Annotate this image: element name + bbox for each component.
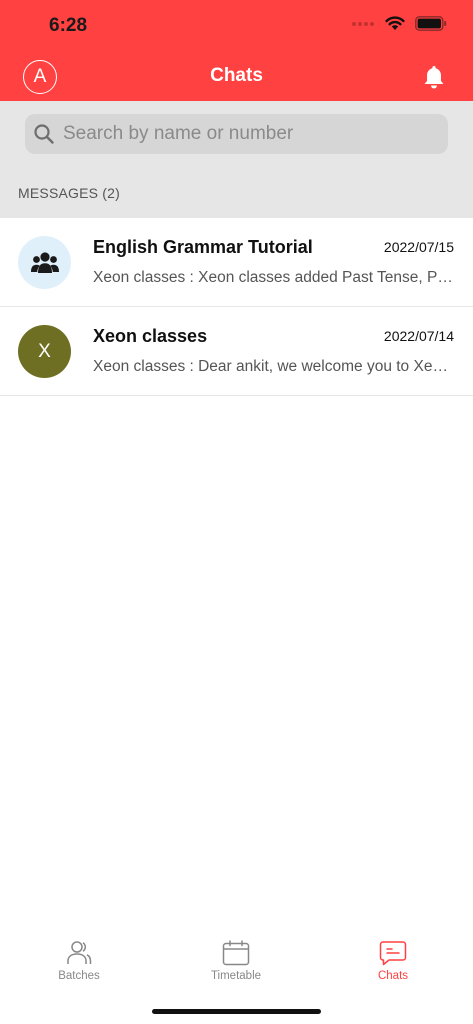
- nav-bar: A Chats: [0, 55, 473, 99]
- bell-icon: [424, 66, 444, 89]
- battery-icon: [415, 16, 447, 31]
- chat-name: Xeon classes: [93, 326, 208, 346]
- signal-icon: [352, 21, 374, 26]
- search-input[interactable]: [61, 122, 435, 146]
- calendar-icon: [222, 940, 250, 966]
- chat-preview: Xeon classes : Dear ankit, we welcome yo…: [93, 358, 455, 375]
- chat-row[interactable]: English Grammar Tutorial 2022/07/15 Xeon…: [0, 218, 473, 307]
- chat-avatar-letter: X: [38, 340, 51, 362]
- status-time: 6:28: [49, 15, 88, 36]
- home-indicator[interactable]: [152, 1009, 321, 1014]
- chat-name: English Grammar Tutorial: [93, 237, 313, 257]
- tab-timetable[interactable]: Timetable: [181, 940, 291, 982]
- page-title: Chats: [210, 65, 263, 86]
- tab-chats[interactable]: Chats: [338, 940, 448, 982]
- status-icons: [351, 16, 447, 31]
- notifications-button[interactable]: [422, 64, 446, 90]
- tab-batches[interactable]: Batches: [24, 940, 134, 982]
- tab-label: Chats: [377, 970, 409, 982]
- chat-preview: Xeon classes : Xeon classes added Past T…: [93, 269, 455, 286]
- chat-avatar: X: [18, 325, 71, 378]
- search-section: MESSAGES (2): [0, 101, 473, 218]
- chat-list: English Grammar Tutorial 2022/07/15 Xeon…: [0, 218, 473, 396]
- search-bar[interactable]: [25, 114, 448, 154]
- tab-label: Timetable: [210, 970, 262, 982]
- app-header: 6:28 A Chats: [0, 0, 473, 101]
- chat-date: 2022/07/14: [383, 328, 454, 344]
- person-icon: [67, 941, 92, 964]
- chat-row[interactable]: X Xeon classes 2022/07/14 Xeon classes :…: [0, 307, 473, 396]
- chat-avatar: [18, 236, 71, 289]
- tab-label: Batches: [58, 970, 100, 982]
- group-icon: [30, 251, 59, 273]
- wifi-icon: [385, 16, 405, 30]
- search-icon: [34, 124, 54, 144]
- chat-icon: [379, 941, 407, 966]
- messages-section-label: MESSAGES (2): [18, 185, 120, 201]
- chat-date: 2022/07/15: [383, 239, 454, 255]
